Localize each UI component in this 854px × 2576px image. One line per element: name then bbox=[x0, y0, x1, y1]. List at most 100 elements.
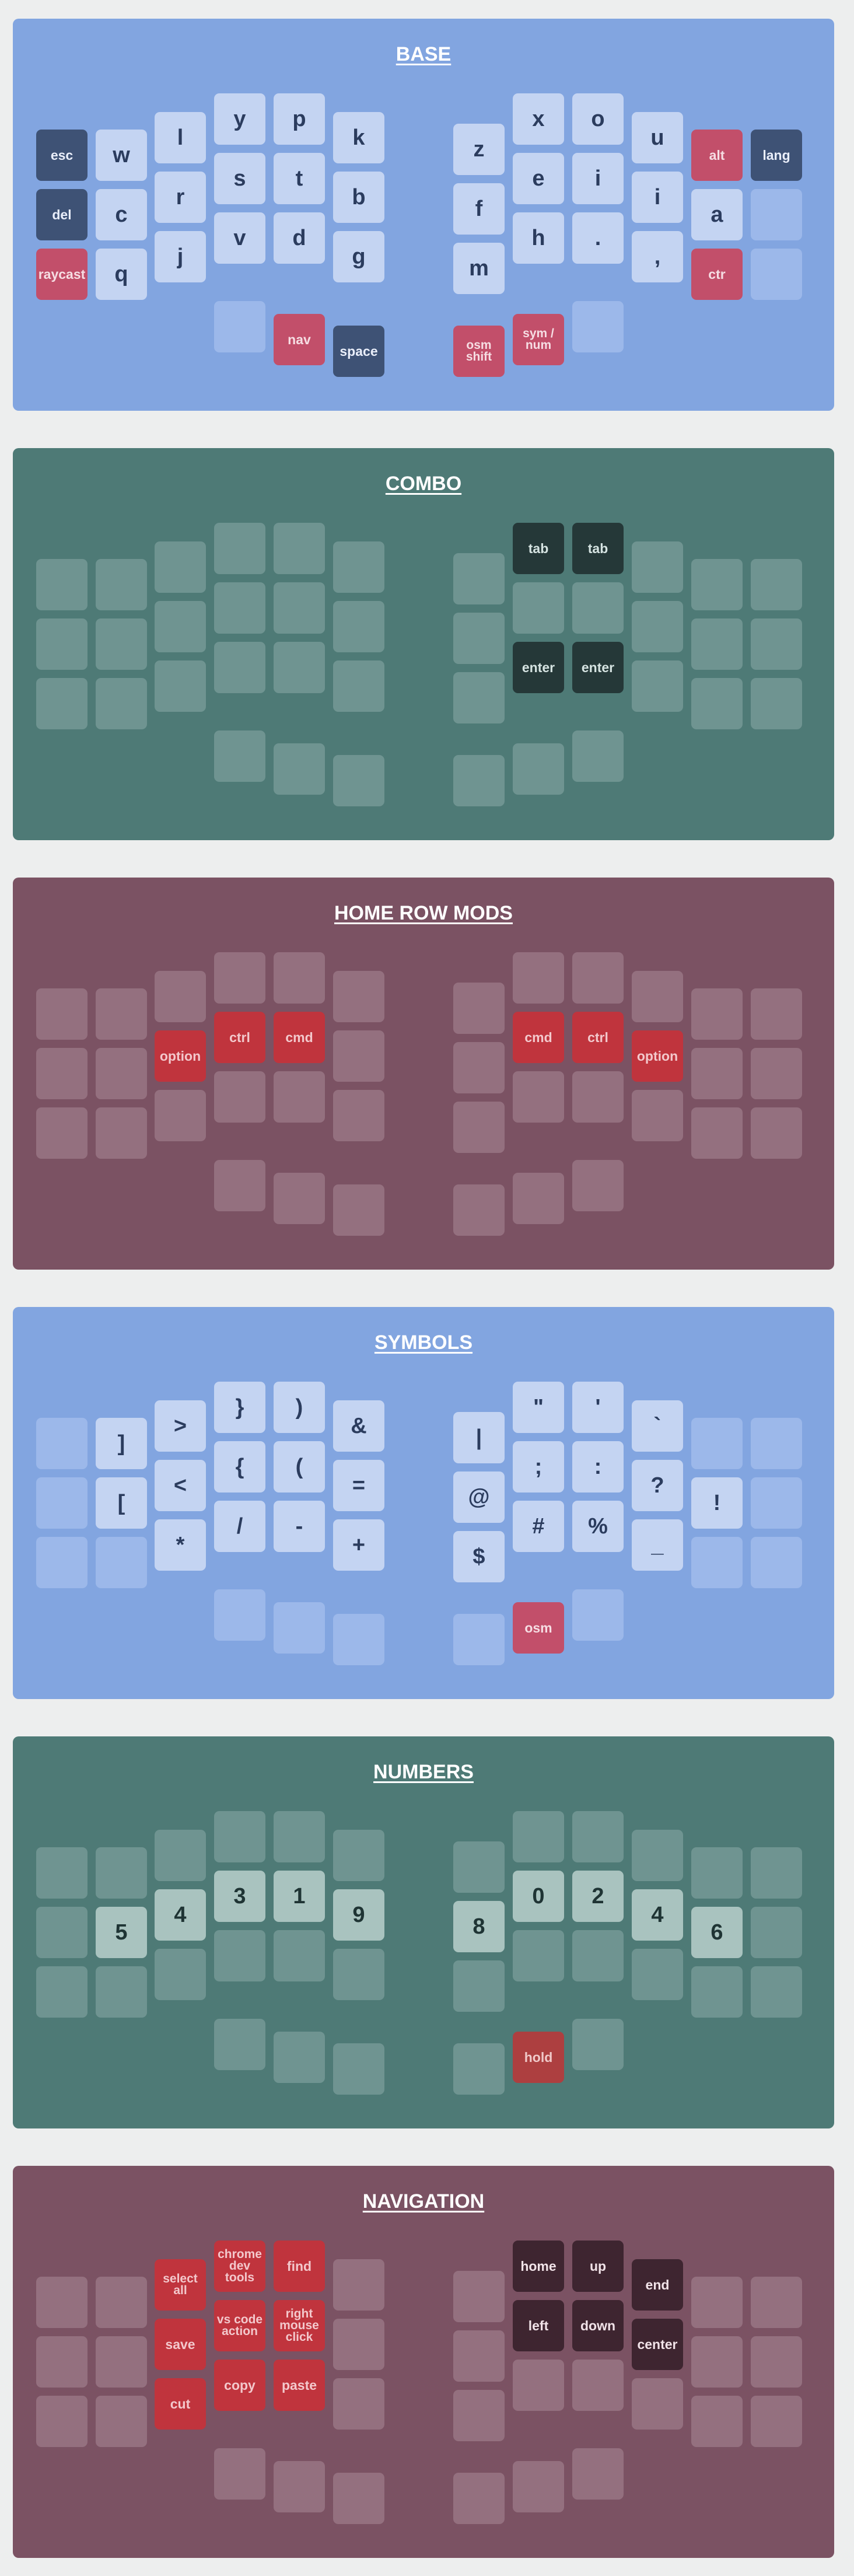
empty-key-right-outer bbox=[691, 1107, 743, 1159]
empty-key-left-outer bbox=[36, 678, 88, 729]
key-sym: ! bbox=[691, 1477, 743, 1529]
empty-key-left-main bbox=[214, 1071, 265, 1123]
key-hold: hold bbox=[513, 2032, 564, 2083]
empty-key-left-main bbox=[333, 660, 384, 712]
key-center: center bbox=[632, 2319, 683, 2370]
key-ctrl: ctrl bbox=[572, 1012, 624, 1063]
empty-key-left-thumbs bbox=[274, 743, 325, 795]
key-p: p bbox=[274, 93, 325, 145]
layer-title: HOME ROW MODS bbox=[334, 902, 513, 924]
empty-key-left-main bbox=[155, 1090, 206, 1141]
key-g: g bbox=[333, 231, 384, 282]
empty-key-left-main bbox=[155, 971, 206, 1022]
key-i: i bbox=[632, 172, 683, 223]
key-9: 9 bbox=[333, 1889, 384, 1941]
empty-key-right-outer bbox=[691, 1537, 743, 1588]
empty-key-right-outer bbox=[751, 559, 802, 610]
empty-key-right-main bbox=[632, 1949, 683, 2000]
key-enter: enter bbox=[572, 642, 624, 693]
empty-key-left-outer bbox=[36, 1966, 88, 2018]
key-4: 4 bbox=[632, 1889, 683, 1941]
key-find: find bbox=[274, 2241, 325, 2292]
key-alt: alt bbox=[691, 130, 743, 181]
key-space: space bbox=[333, 326, 384, 377]
layer-title: COMBO bbox=[385, 473, 462, 495]
empty-key-right-main bbox=[453, 613, 505, 664]
empty-key-right-main bbox=[453, 1042, 505, 1093]
empty-key-right-outer bbox=[751, 2336, 802, 2388]
empty-key-left-main bbox=[333, 2259, 384, 2311]
empty-key-left-thumbs bbox=[274, 2461, 325, 2512]
empty-key-left-main bbox=[214, 523, 265, 574]
empty-key-right-main bbox=[453, 2390, 505, 2441]
empty-key-left-thumbs bbox=[274, 1602, 325, 1654]
empty-key-left-main bbox=[274, 642, 325, 693]
key-c: c bbox=[96, 189, 147, 240]
empty-key-left-main bbox=[333, 541, 384, 593]
empty-key-left-outer bbox=[36, 2277, 88, 2328]
key-m: m bbox=[453, 243, 505, 294]
empty-key-left-main bbox=[214, 582, 265, 634]
key-x: x bbox=[513, 93, 564, 145]
key-d: d bbox=[274, 212, 325, 264]
empty-key-left-thumbs bbox=[333, 2043, 384, 2095]
key-q: q bbox=[96, 249, 147, 300]
empty-key-right-main bbox=[453, 553, 505, 604]
key-save: save bbox=[155, 2319, 206, 2370]
layer-title: SYMBOLS bbox=[374, 1331, 473, 1354]
empty-key-right-main bbox=[453, 2271, 505, 2322]
empty-key-right-main bbox=[453, 1102, 505, 1153]
key-sym: ) bbox=[274, 1382, 325, 1433]
empty-key-right-main bbox=[513, 1930, 564, 1981]
empty-key-right-outer bbox=[691, 2396, 743, 2447]
empty-key-left-main bbox=[333, 1830, 384, 1881]
key-sym: - bbox=[274, 1501, 325, 1552]
empty-key-right-outer bbox=[751, 1847, 802, 1899]
layer-title: BASE bbox=[396, 43, 452, 65]
empty-key-right-outer bbox=[751, 1418, 802, 1469]
key-h: h bbox=[513, 212, 564, 264]
empty-key-left-thumbs bbox=[333, 2473, 384, 2524]
key-osm-shift: osm shift bbox=[453, 326, 505, 377]
key-ctrl: ctrl bbox=[214, 1012, 265, 1063]
empty-key-right-outer bbox=[751, 1107, 802, 1159]
empty-key-left-outer bbox=[96, 1537, 147, 1588]
empty-key-right-thumbs bbox=[513, 743, 564, 795]
empty-key-right-outer bbox=[751, 1477, 802, 1529]
empty-key-left-outer bbox=[36, 1847, 88, 1899]
empty-key-right-outer bbox=[691, 1847, 743, 1899]
empty-key-right-thumbs bbox=[453, 755, 505, 806]
empty-key-right-main bbox=[513, 1071, 564, 1123]
key-tab: tab bbox=[513, 523, 564, 574]
empty-key-left-outer bbox=[36, 2396, 88, 2447]
empty-key-left-main bbox=[155, 1830, 206, 1881]
empty-key-right-outer bbox=[691, 1418, 743, 1469]
empty-key-right-thumbs bbox=[453, 1614, 505, 1665]
empty-key-left-outer bbox=[36, 988, 88, 1040]
key-e: e bbox=[513, 153, 564, 204]
key-sym: $ bbox=[453, 1531, 505, 1582]
key-sym: ' bbox=[572, 1382, 624, 1433]
key-down: down bbox=[572, 2300, 624, 2351]
empty-key-right-main bbox=[453, 1841, 505, 1893]
layer-panel-combo: COMBO tab tab enter enter bbox=[13, 448, 834, 840]
key-option: option bbox=[632, 1030, 683, 1082]
empty-key-right-main bbox=[632, 1090, 683, 1141]
empty-key-right-outer bbox=[751, 2396, 802, 2447]
empty-key-right-main bbox=[513, 1811, 564, 1862]
layer-title: NAVIGATION bbox=[362, 2190, 485, 2213]
empty-key-left-main bbox=[274, 1930, 325, 1981]
key-5: 5 bbox=[96, 1907, 147, 1958]
empty-key-left-thumbs bbox=[333, 1614, 384, 1665]
key-copy: copy bbox=[214, 2360, 265, 2411]
key-sym: < bbox=[155, 1460, 206, 1511]
empty-key-left-main bbox=[274, 523, 325, 574]
key-sym: [ bbox=[96, 1477, 147, 1529]
empty-key-left-outer bbox=[36, 1477, 88, 1529]
empty-key-right-thumbs bbox=[572, 301, 624, 352]
key-0: 0 bbox=[513, 1871, 564, 1922]
key-select-all: select all bbox=[155, 2259, 206, 2311]
empty-key-right-outer bbox=[751, 618, 802, 670]
empty-key-left-thumbs bbox=[333, 1184, 384, 1236]
empty-key-right-thumbs bbox=[572, 1589, 624, 1641]
